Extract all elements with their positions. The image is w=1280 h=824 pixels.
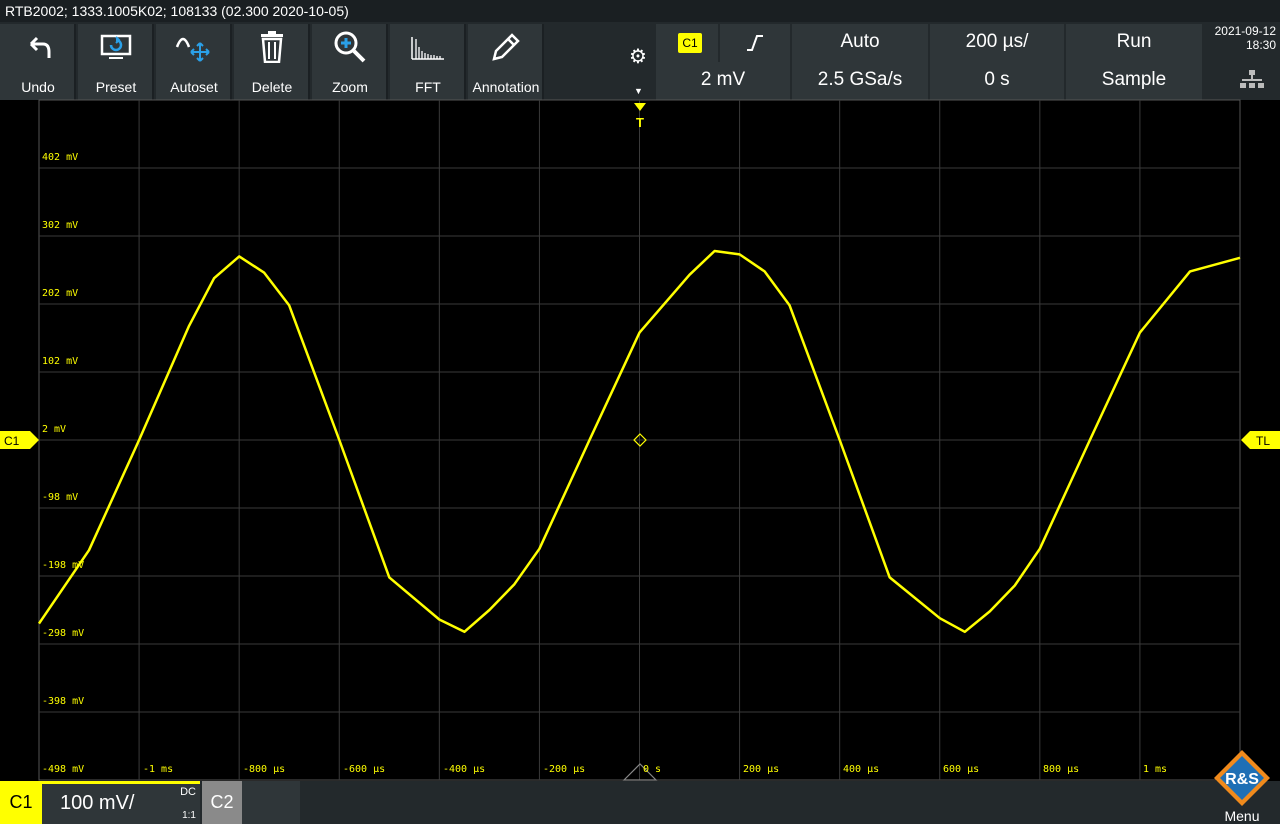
y-label: 302 mV: [42, 220, 79, 231]
y-label: -98 mV: [42, 492, 79, 503]
svg-text:R&S: R&S: [1225, 771, 1259, 788]
channel2-panel[interactable]: [242, 781, 300, 824]
x-label: -400 µs: [443, 764, 486, 775]
trigger-position-label: T: [636, 115, 644, 130]
trigger-level-marker-label: TL: [1256, 434, 1270, 448]
y-label: 2 mV: [42, 424, 67, 435]
y-label: -198 mV: [42, 560, 85, 571]
channel-offset-marker[interactable]: C1: [0, 431, 40, 451]
menu-label: Menu: [1224, 808, 1260, 824]
x-label: -600 µs: [343, 764, 386, 775]
menu-button[interactable]: R&S Menu: [1204, 744, 1280, 824]
channel1-scale[interactable]: 100 mV/ DC 1:1: [42, 781, 200, 824]
y-label: -298 mV: [42, 628, 85, 639]
channel1-coupling: DC: [180, 786, 196, 798]
x-label: -800 µs: [243, 764, 286, 775]
x-label: 1 ms: [1143, 764, 1168, 775]
trigger-level-marker[interactable]: TL: [1240, 431, 1280, 451]
y-label: 402 mV: [42, 152, 79, 163]
channel1-scale-value: 100 mV/: [60, 792, 135, 814]
x-label: 800 µs: [1043, 764, 1080, 775]
x-label: 400 µs: [843, 764, 880, 775]
y-label: -398 mV: [42, 696, 85, 707]
channel-marker-label: C1: [4, 434, 20, 448]
y-label: 202 mV: [42, 288, 79, 299]
x-label: -1 ms: [143, 764, 174, 775]
channel1-button[interactable]: C1: [0, 781, 42, 824]
x-label: -200 µs: [543, 764, 586, 775]
x-label: 600 µs: [943, 764, 980, 775]
x-label: 200 µs: [743, 764, 780, 775]
y-label: -498 mV: [42, 764, 85, 775]
waveform-display[interactable]: T: [0, 0, 1280, 824]
y-label: 102 mV: [42, 356, 79, 367]
x-label: 0 s: [643, 764, 662, 775]
rs-logo-icon: R&S: [1214, 750, 1270, 806]
channel2-button[interactable]: C2: [202, 781, 242, 824]
channel1-probe: 1:1: [182, 810, 196, 821]
